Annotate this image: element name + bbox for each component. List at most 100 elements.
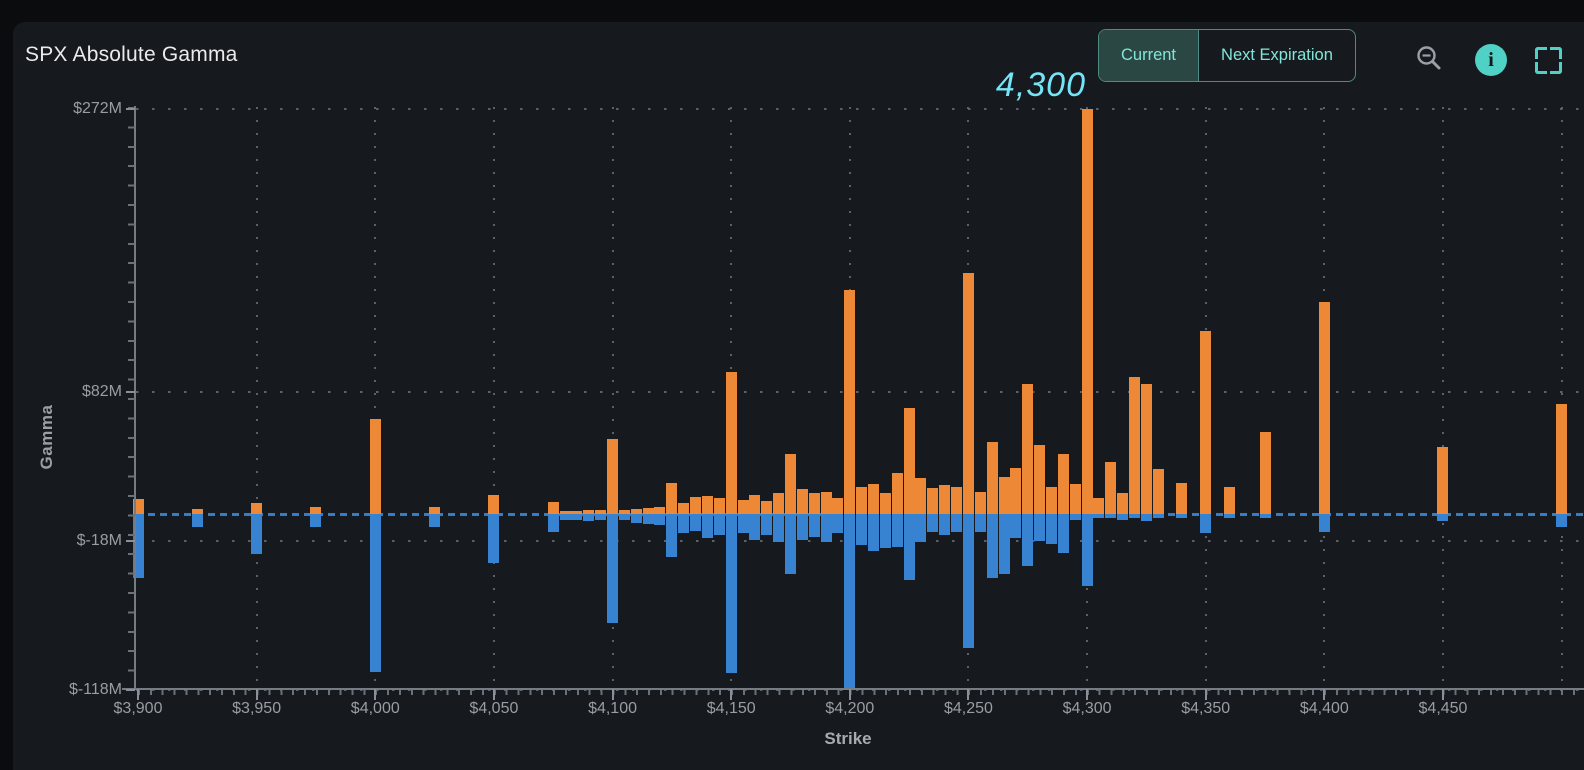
bar-call-4180[interactable] (796, 489, 808, 514)
bar-put-4235[interactable] (927, 514, 939, 532)
bar-put-4160[interactable] (749, 514, 761, 540)
bar-call-4150[interactable] (725, 372, 737, 514)
bar-put-4310[interactable] (1105, 514, 1117, 518)
bar-call-4050[interactable] (488, 495, 500, 514)
bar-put-4375[interactable] (1259, 514, 1271, 518)
bar-put-4090[interactable] (583, 514, 595, 521)
bar-put-4145[interactable] (713, 514, 725, 535)
bar-put-4225[interactable] (903, 514, 915, 580)
bar-call-4300[interactable] (1081, 109, 1093, 514)
bar-call-4135[interactable] (690, 497, 702, 514)
bar-put-4115[interactable] (642, 514, 654, 524)
bar-put-4125[interactable] (666, 514, 678, 557)
bar-call-4205[interactable] (856, 487, 868, 514)
bar-put-4000[interactable] (369, 514, 381, 672)
bar-put-4230[interactable] (915, 514, 927, 542)
bar-call-4210[interactable] (868, 484, 880, 514)
bar-put-4340[interactable] (1176, 514, 1188, 518)
fullscreen-icon[interactable] (1535, 47, 1562, 74)
bar-put-3925[interactable] (191, 514, 203, 527)
bar-call-4215[interactable] (879, 493, 891, 514)
bar-put-4105[interactable] (618, 514, 630, 520)
bar-call-4025[interactable] (429, 507, 441, 514)
bar-call-4175[interactable] (784, 454, 796, 514)
bar-put-4210[interactable] (868, 514, 880, 551)
bar-call-4240[interactable] (939, 485, 951, 514)
bar-put-4320[interactable] (1129, 514, 1141, 518)
bar-put-4050[interactable] (488, 514, 500, 563)
bar-put-4275[interactable] (1022, 514, 1034, 566)
bar-put-4135[interactable] (690, 514, 702, 531)
bar-call-4130[interactable] (678, 503, 690, 514)
bar-put-4250[interactable] (962, 514, 974, 648)
bar-call-4330[interactable] (1152, 469, 1164, 514)
bar-call-4325[interactable] (1140, 384, 1152, 514)
bar-call-4190[interactable] (820, 492, 832, 514)
bar-put-4285[interactable] (1045, 514, 1057, 544)
bar-call-4145[interactable] (713, 498, 725, 514)
bar-call-4290[interactable] (1057, 454, 1069, 514)
bar-put-4185[interactable] (808, 514, 820, 537)
bar-call-4000[interactable] (369, 419, 381, 514)
bar-call-4400[interactable] (1318, 302, 1330, 514)
bar-call-4140[interactable] (701, 496, 713, 514)
bar-call-4170[interactable] (773, 493, 785, 514)
bar-call-4500[interactable] (1556, 404, 1568, 514)
bar-put-4080[interactable] (559, 514, 571, 520)
bar-put-4360[interactable] (1223, 514, 1235, 518)
bar-call-4220[interactable] (891, 473, 903, 514)
bar-put-4240[interactable] (939, 514, 951, 535)
bar-put-4245[interactable] (951, 514, 963, 532)
bar-call-4200[interactable] (844, 290, 856, 514)
bar-call-4165[interactable] (761, 501, 773, 514)
bar-put-4100[interactable] (607, 514, 619, 623)
bar-put-4300[interactable] (1081, 514, 1093, 586)
bar-call-4125[interactable] (666, 483, 678, 514)
bar-put-4400[interactable] (1318, 514, 1330, 532)
bar-call-4375[interactable] (1259, 432, 1271, 514)
bar-call-4360[interactable] (1223, 487, 1235, 514)
bar-put-3975[interactable] (310, 514, 322, 527)
info-icon[interactable]: i (1475, 44, 1507, 76)
bar-put-4165[interactable] (761, 514, 773, 535)
toggle-current-button[interactable]: Current (1099, 30, 1200, 81)
bar-put-3950[interactable] (251, 514, 263, 554)
bar-put-4325[interactable] (1140, 514, 1152, 521)
bar-put-4190[interactable] (820, 514, 832, 542)
bar-put-4220[interactable] (891, 514, 903, 547)
bar-put-4085[interactable] (571, 514, 583, 520)
bar-put-4025[interactable] (429, 514, 441, 527)
bar-put-4170[interactable] (773, 514, 785, 542)
bar-call-4260[interactable] (986, 442, 998, 514)
bar-call-4120[interactable] (654, 507, 666, 514)
bar-put-4075[interactable] (547, 514, 559, 532)
bar-call-4195[interactable] (832, 498, 844, 514)
bar-put-4270[interactable] (1010, 514, 1022, 538)
zoom-out-icon[interactable] (1415, 44, 1443, 72)
bar-call-4245[interactable] (951, 487, 963, 514)
bar-call-3975[interactable] (310, 507, 322, 514)
bar-call-4075[interactable] (547, 502, 559, 514)
bar-call-4265[interactable] (998, 477, 1010, 514)
bar-put-4500[interactable] (1556, 514, 1568, 527)
bar-call-4255[interactable] (974, 492, 986, 514)
bar-put-4130[interactable] (678, 514, 690, 533)
bar-put-4180[interactable] (796, 514, 808, 540)
bar-call-4310[interactable] (1105, 462, 1117, 514)
bar-put-4140[interactable] (701, 514, 713, 538)
bar-put-4315[interactable] (1117, 514, 1129, 520)
bar-put-4255[interactable] (974, 514, 986, 532)
bar-put-4095[interactable] (595, 514, 607, 520)
bar-put-4110[interactable] (630, 514, 642, 523)
bar-call-4225[interactable] (903, 408, 915, 514)
bar-call-4235[interactable] (927, 488, 939, 514)
bar-call-4315[interactable] (1117, 493, 1129, 514)
bar-call-4230[interactable] (915, 478, 927, 514)
bar-put-4215[interactable] (879, 514, 891, 548)
bar-call-4155[interactable] (737, 500, 749, 514)
bar-call-4100[interactable] (607, 439, 619, 514)
bar-put-4280[interactable] (1034, 514, 1046, 541)
bar-put-4290[interactable] (1057, 514, 1069, 553)
bar-call-4270[interactable] (1010, 468, 1022, 514)
bar-put-4265[interactable] (998, 514, 1010, 574)
